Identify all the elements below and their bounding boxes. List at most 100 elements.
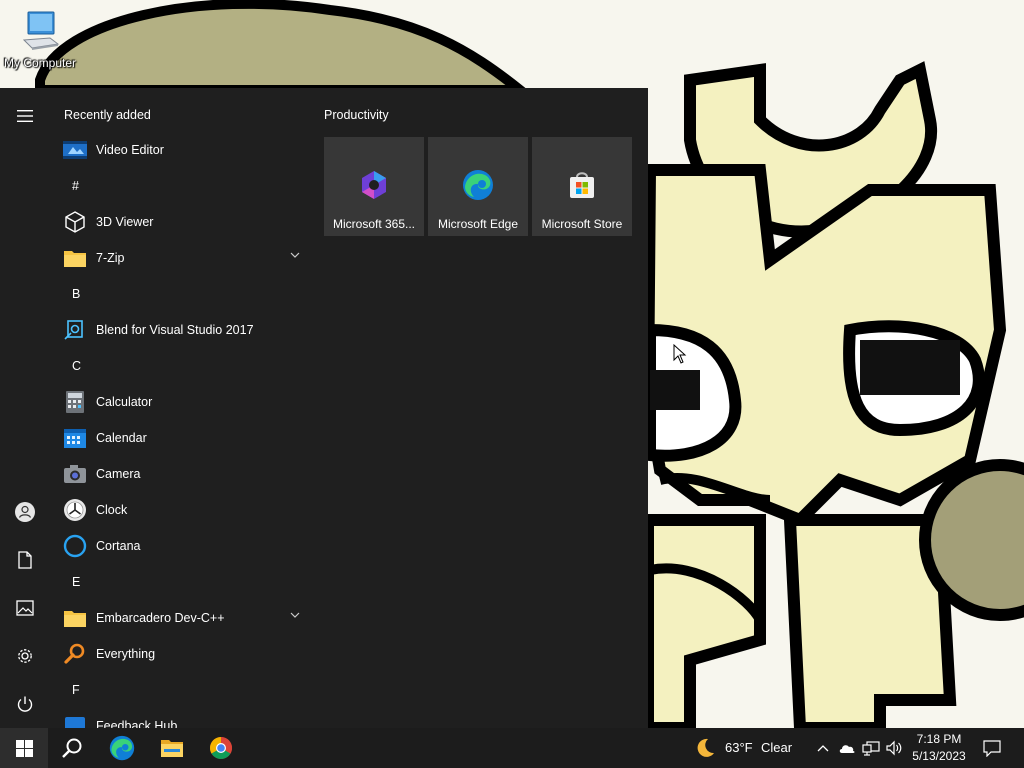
- section-letter-e[interactable]: E: [72, 564, 92, 600]
- clock-icon: [61, 496, 89, 524]
- app-calculator[interactable]: Calculator: [48, 384, 310, 420]
- app-everything[interactable]: Everything: [48, 636, 310, 672]
- tile-microsoft-store[interactable]: Microsoft Store: [532, 137, 632, 236]
- expand-menu-button[interactable]: [8, 99, 42, 133]
- chevron-down-icon[interactable]: [290, 252, 300, 258]
- onedrive-button[interactable]: [836, 728, 858, 768]
- tile-label: Microsoft Store: [541, 217, 623, 231]
- folder-icon: [61, 244, 89, 272]
- volume-icon: [886, 740, 902, 756]
- windows-start-icon: [15, 739, 33, 757]
- search-button[interactable]: [48, 728, 96, 768]
- app-list: Recently added Video Editor # 3D Viewer …: [48, 88, 310, 728]
- camera-icon: [61, 460, 89, 488]
- app-name: Cortana: [96, 539, 141, 553]
- settings-button[interactable]: [8, 639, 42, 673]
- weather-temperature[interactable]: 63°F: [725, 740, 753, 755]
- network-icon: [862, 741, 880, 756]
- weather-condition[interactable]: Clear: [761, 740, 792, 755]
- pictures-icon: [16, 600, 34, 616]
- start-rail: [0, 88, 48, 728]
- taskbar-chrome[interactable]: [197, 728, 245, 768]
- onedrive-icon: [839, 745, 855, 753]
- edge-icon: [109, 735, 135, 761]
- folder-icon: [61, 604, 89, 632]
- blend-icon: [61, 316, 89, 344]
- section-letter-f[interactable]: F: [72, 672, 92, 708]
- app-feedback-hub[interactable]: Feedback Hub: [48, 708, 310, 728]
- document-icon: [18, 551, 32, 569]
- chevron-up-icon: [817, 745, 829, 752]
- microsoft-365-icon: [362, 171, 386, 199]
- app-name: Everything: [96, 647, 156, 661]
- app-name: Blend for Visual Studio 2017: [96, 323, 254, 337]
- moon-icon: [697, 738, 714, 757]
- app-clock[interactable]: Clock: [48, 492, 310, 528]
- clock-time: 7:18 PM: [916, 732, 962, 746]
- mouse-cursor-icon: [673, 344, 687, 364]
- show-hidden-icons-button[interactable]: [812, 728, 834, 768]
- app-camera[interactable]: Camera: [48, 456, 310, 492]
- app-name: Calendar: [96, 431, 147, 445]
- taskbar-edge[interactable]: [98, 728, 146, 768]
- clock-button[interactable]: 7:18 PM 5/13/2023: [908, 731, 970, 765]
- chrome-icon: [210, 737, 232, 759]
- search-icon: [62, 738, 82, 758]
- feedback-hub-icon: [61, 712, 89, 728]
- calendar-icon: [61, 424, 89, 452]
- app-cortana[interactable]: Cortana: [48, 528, 310, 564]
- app-name: 3D Viewer: [96, 215, 154, 229]
- tile-label: Microsoft 365...: [332, 217, 416, 231]
- video-editor-icon: [61, 136, 89, 164]
- start-menu: Recently added Video Editor # 3D Viewer …: [0, 88, 648, 728]
- app-name: 7-Zip: [96, 251, 125, 265]
- app-name: Embarcadero Dev-C++: [96, 611, 225, 625]
- app-name: Camera: [96, 467, 141, 481]
- store-icon: [570, 172, 594, 198]
- chevron-down-icon[interactable]: [290, 612, 300, 618]
- productivity-heading: Productivity: [324, 108, 389, 122]
- tile-label: Microsoft Edge: [437, 217, 519, 231]
- app-7zip-folder[interactable]: 7-Zip: [48, 240, 310, 276]
- section-letter-c[interactable]: C: [72, 348, 92, 384]
- desktop-icon-label: My Computer: [3, 56, 77, 70]
- taskbar-file-explorer[interactable]: [148, 728, 196, 768]
- app-name: Feedback Hub: [96, 719, 178, 728]
- computer-icon: [20, 10, 60, 54]
- app-name: Calculator: [96, 395, 153, 409]
- weather-widget[interactable]: [692, 728, 718, 768]
- app-name: Video Editor: [96, 143, 164, 157]
- desktop-icon-my-computer[interactable]: My Computer: [2, 10, 78, 70]
- file-explorer-icon: [161, 740, 183, 757]
- power-icon: [17, 696, 33, 712]
- app-blend[interactable]: Blend for Visual Studio 2017: [48, 312, 310, 348]
- recently-added-heading: Recently added: [64, 108, 151, 122]
- cube-icon: [61, 208, 89, 236]
- app-devcpp-folder[interactable]: Embarcadero Dev-C++: [48, 600, 310, 636]
- gear-icon: [18, 649, 32, 663]
- documents-button[interactable]: [8, 543, 42, 577]
- section-letter-b[interactable]: B: [72, 276, 92, 312]
- volume-button[interactable]: [883, 728, 905, 768]
- action-center-icon: [983, 740, 1001, 757]
- calculator-icon: [61, 388, 89, 416]
- magnifier-icon: [61, 640, 89, 668]
- taskbar: 63°F Clear 7:18 PM 5/13/2023: [0, 728, 1024, 768]
- user-icon: [15, 502, 35, 522]
- tile-microsoft-365[interactable]: Microsoft 365...: [324, 137, 424, 236]
- app-calendar[interactable]: Calendar: [48, 420, 310, 456]
- action-center-button[interactable]: [978, 728, 1006, 768]
- section-letter-hash[interactable]: #: [72, 168, 92, 204]
- app-3d-viewer[interactable]: 3D Viewer: [48, 204, 310, 240]
- app-video-editor[interactable]: Video Editor: [48, 132, 310, 168]
- power-button[interactable]: [8, 687, 42, 721]
- app-name: Clock: [96, 503, 128, 517]
- hamburger-icon: [17, 110, 33, 122]
- account-button[interactable]: [8, 495, 42, 529]
- network-button[interactable]: [860, 728, 882, 768]
- cortana-icon: [61, 532, 89, 560]
- tile-microsoft-edge[interactable]: Microsoft Edge: [428, 137, 528, 236]
- clock-date: 5/13/2023: [912, 749, 966, 763]
- pictures-button[interactable]: [8, 591, 42, 625]
- start-button[interactable]: [0, 728, 48, 768]
